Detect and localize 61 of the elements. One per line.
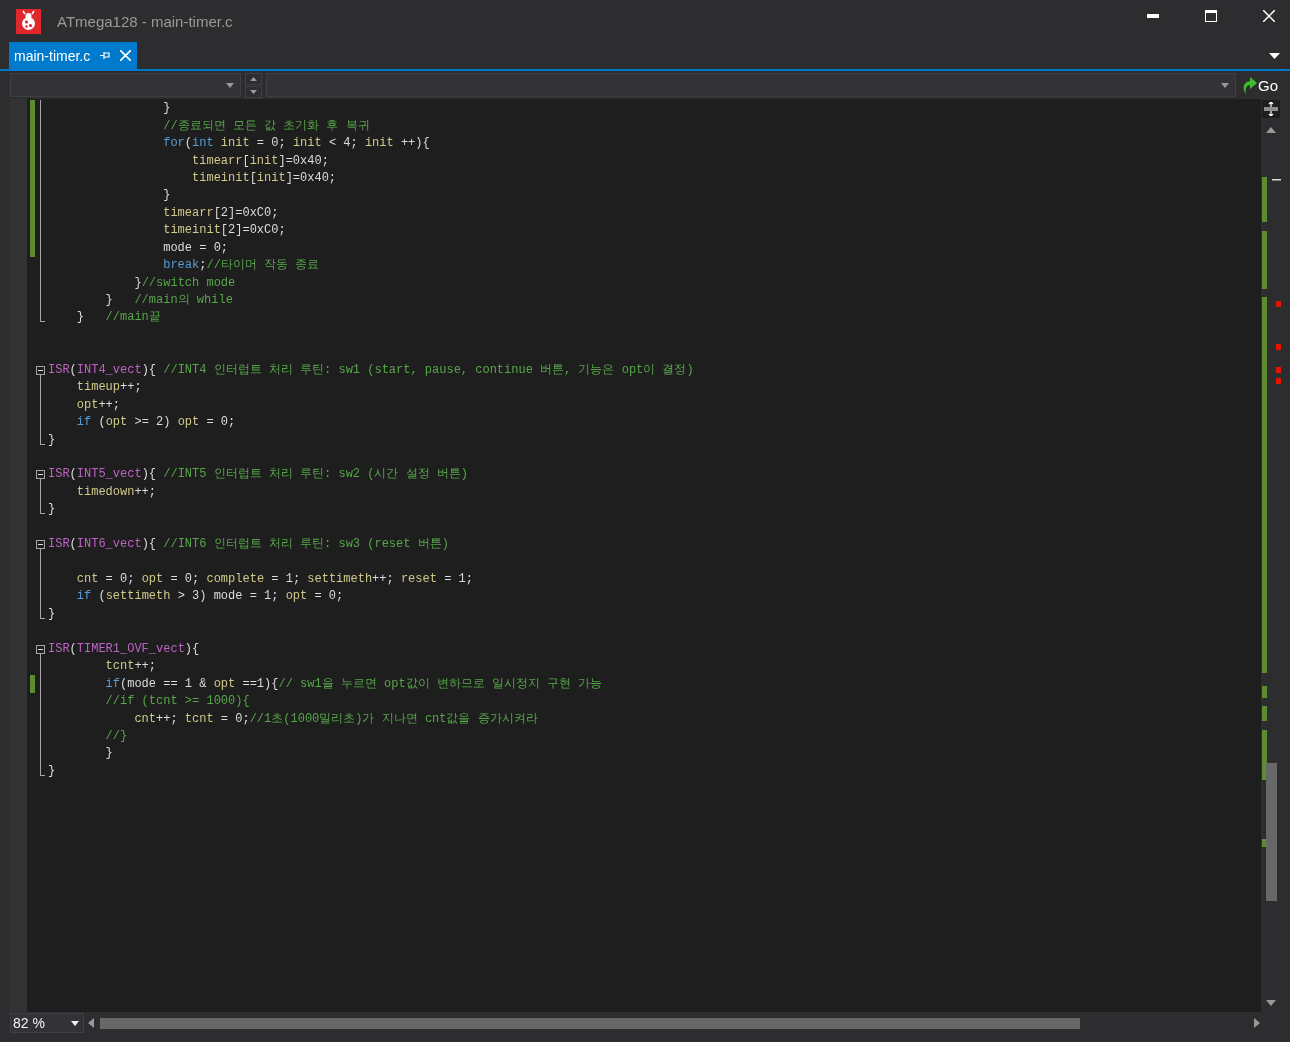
code-line: ISR(INT4_vect){ //INT4 인터럽트 처리 루틴: sw1 (start, pause, continue 버튼, 기능은 opt이 결정) [48,361,694,379]
split-icon[interactable] [1262,100,1280,118]
code-line: //} [104,727,128,745]
horizontal-scroll-thumb[interactable] [100,1017,1080,1029]
scroll-up-arrow-icon[interactable] [1266,127,1276,133]
code-line: if(mode == 1 & opt ==1){// sw1을 누르면 opt값이 변하므로 일시정지 구현 가능 [104,675,603,693]
code-line: } [48,605,56,623]
code-line: timeup++; [75,379,142,397]
caret-icon [1221,82,1229,88]
zoom-dropdown[interactable]: 82 % [10,1013,84,1033]
file-tab[interactable]: main-timer.c [9,42,138,69]
code-line: break;//타이머 작동 종료 [162,257,320,275]
code-line: cnt++; tcnt = 0;//1초(1000밀리초)가 지나면 cnt값을 증가시켜라 [133,710,538,728]
collapse-icon[interactable] [36,539,45,549]
code-line: timearr[2]=0xC0; [162,204,279,222]
code-line: //종료되면 모든 값 초기화 후 복귀 [162,117,370,135]
curved-arrow-icon [1242,76,1257,94]
code-line: timeinit[init]=0x40; [191,169,337,187]
scroll-down-arrow-icon[interactable] [1266,1000,1276,1006]
code-line: timedown++; [75,483,157,501]
code-line: ISR(INT5_vect){ //INT5 인터럽트 처리 루틴: sw2 (시간 설정 버튼) [48,466,469,484]
code-line: tcnt++; [104,658,157,676]
scroll-right-arrow-icon[interactable] [1254,1018,1260,1028]
code-line: mode = 0; [162,239,229,257]
dropdown-caret-icon[interactable] [1269,52,1280,59]
code-line: if (settimeth > 3) mode = 1; opt = 0; [75,588,344,606]
code-line: } //main끝 [75,309,161,327]
code-line: timeinit[2]=0xC0; [162,222,286,240]
code-line: cnt = 0; opt = 0; complete = 1; settimeth++; reset = 1; [75,571,473,589]
code-line: } [162,100,171,118]
window-title: ATmega128 - main-timer.c [57,12,234,30]
code-line: timearr[init]=0x40; [191,152,329,170]
pin-icon[interactable] [100,51,111,60]
collapse-icon[interactable] [36,470,45,480]
code-line: if (opt >= 2) opt = 0; [75,414,236,432]
maximize-icon[interactable] [1205,10,1217,22]
up-arrow-icon [250,76,257,81]
caret-icon [226,82,234,88]
code-line: } [104,745,113,763]
scroll-thumb[interactable] [1266,763,1277,901]
code-line: ISR(TIMER1_OVF_vect){ [48,640,200,658]
code-line: } [48,501,56,519]
code-line: //if (tcnt >= 1000){ [104,693,250,711]
scroll-up-button[interactable] [245,72,262,85]
code-line: } [162,187,171,205]
scroll-down-button[interactable] [245,85,262,98]
down-arrow-icon [250,89,257,94]
code-line: }//switch mode [133,274,236,292]
close-icon[interactable] [1263,10,1275,22]
scroll-left-arrow-icon[interactable] [88,1018,94,1028]
code-line: opt++; [75,396,121,414]
collapse-icon[interactable] [36,365,45,375]
code-line: } [48,762,56,780]
code-line: } [48,431,56,449]
collapse-icon[interactable] [36,644,45,654]
code-line: for(int init = 0; init < 4; init ++){ [162,135,430,153]
go-button[interactable]: Go [1240,76,1280,94]
code-line: } //main의 while [104,292,233,310]
ladybug-icon [16,8,41,34]
caret-icon [71,1020,79,1026]
code-line: ISR(INT6_vect){ //INT6 인터럽트 처리 루틴: sw3 (reset 버튼) [48,536,449,554]
